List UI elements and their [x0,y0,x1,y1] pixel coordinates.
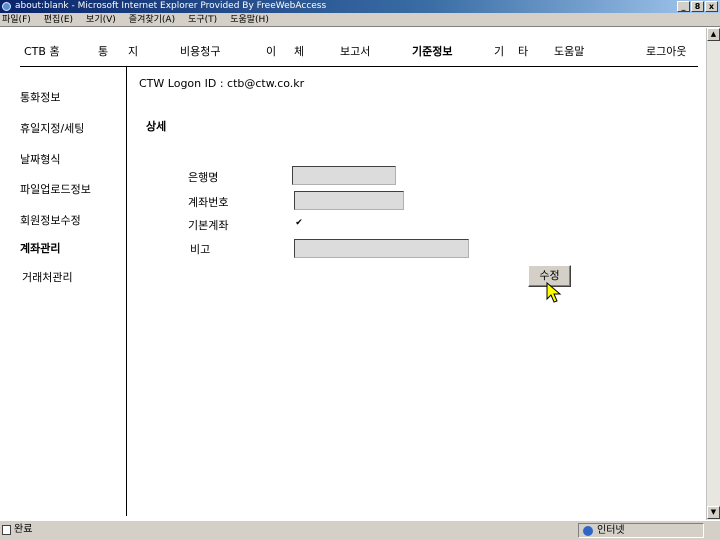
window-controls: _ 8 x [677,1,718,12]
sidebar-divider [126,66,127,516]
sidebar-item-file-upload[interactable]: 파일업로드정보 [20,181,91,197]
zone-text: 인터넷 [597,525,625,536]
sidebar-item-currency[interactable]: 통화정보 [20,89,60,105]
menu-bar: 파일(F) 편집(E) 보기(V) 즐겨찾기(A) 도구(T) 도움말(H) [0,13,720,27]
bank-input[interactable] [292,166,396,185]
note-input[interactable] [294,239,469,258]
default-account-label: 기본계좌 [188,219,229,232]
status-zone: 인터넷 [578,523,704,538]
section-title: 상세 [146,120,167,133]
account-number-label: 계좌번호 [188,196,229,209]
menu-edit[interactable]: 편집(E) [44,13,73,26]
nav-logout[interactable]: 로그아웃 [646,43,686,59]
status-left: 완료 [2,521,32,539]
menu-help[interactable]: 도움말(H) [230,13,269,26]
page-icon [2,525,11,535]
sidebar-item-client-management[interactable]: 거래처관리 [22,269,73,285]
scroll-down-icon[interactable]: ▼ [707,506,720,519]
logon-id: CTW Logon ID : ctb@ctw.co.kr [139,77,305,90]
nav-i[interactable]: 이 [266,43,276,59]
note-label: 비고 [190,243,211,256]
status-text: 완료 [14,524,33,535]
nav-base-info[interactable]: 기준정보 [412,43,452,59]
menu-favorites[interactable]: 즐겨찾기(A) [129,13,175,26]
menu-file[interactable]: 파일(F) [2,13,31,26]
scroll-up-icon[interactable]: ▲ [707,28,720,41]
nav-billing[interactable]: 비용청구 [180,43,220,59]
window-title: about:blank - Microsoft Internet Explore… [15,1,327,11]
nav-ta[interactable]: 타 [518,43,528,59]
nav-reports[interactable]: 보고서 [340,43,370,59]
internet-globe-icon [583,525,593,536]
window-title-bar: about:blank - Microsoft Internet Explore… [0,0,720,13]
bank-label: 은행명 [188,171,219,184]
mouse-pointer-icon [546,282,562,303]
menu-tools[interactable]: 도구(T) [188,13,217,26]
menu-view[interactable]: 보기(V) [86,13,116,26]
close-button[interactable]: x [705,1,718,12]
sidebar-item-date-format[interactable]: 날짜형식 [20,151,60,167]
account-number-input[interactable] [294,191,404,210]
sidebar-item-member-edit[interactable]: 회원정보수정 [20,212,81,228]
minimize-button[interactable]: _ [677,1,690,12]
vertical-scrollbar[interactable]: ▲ ▼ [706,28,720,520]
sidebar-item-holiday[interactable]: 휴일지정/세팅 [20,120,84,136]
nav-help[interactable]: 도움말 [554,43,584,59]
top-navigation: CTB 홈 통 지 비용청구 이 체 보고서 기준정보 기 타 도움말 로그아웃 [20,43,700,63]
default-account-checkbox[interactable]: ✔ [294,219,304,229]
nav-ji[interactable]: 지 [128,43,138,59]
internet-explorer-icon [2,2,11,11]
nav-divider [20,66,698,67]
maximize-button[interactable]: 8 [691,1,704,12]
status-bar: 완료 인터넷 [0,520,720,540]
nav-ctb-home[interactable]: CTB 홈 [24,43,60,59]
nav-che[interactable]: 체 [294,43,304,59]
nav-gi[interactable]: 기 [494,43,504,59]
sidebar-item-account-management[interactable]: 계좌관리 [20,240,60,256]
nav-tong[interactable]: 통 [98,43,108,59]
